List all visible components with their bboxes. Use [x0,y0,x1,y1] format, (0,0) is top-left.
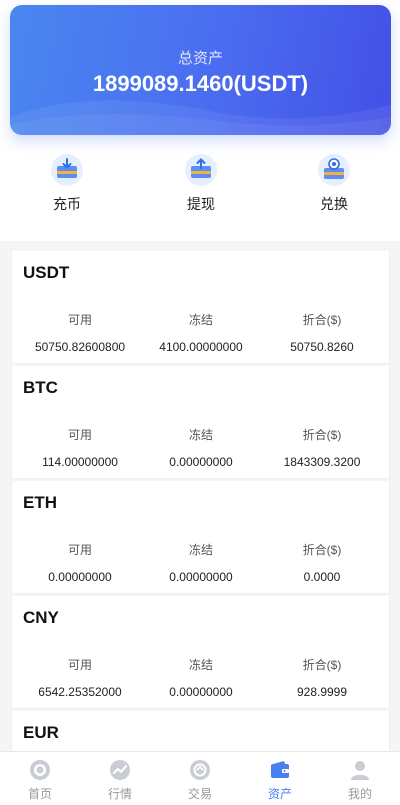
exchange-label: 兑换 [320,196,348,212]
tab-profile[interactable]: 我的 [320,752,400,805]
converted-label: 折合($) [302,543,342,557]
tab-profile-label: 我的 [347,787,372,801]
home-icon [30,760,50,780]
available-value: 6542.25352000 [38,685,122,699]
withdraw-label: 提现 [187,196,215,212]
user-icon [351,761,369,780]
asset-name: USDT [23,263,70,282]
frozen-label: 冻结 [188,543,213,557]
converted-cell: 折合($) 1843309.3200 [259,426,385,469]
trade-icon [190,760,210,780]
frozen-value: 0.00000000 [169,570,233,584]
tab-assets-label: 资产 [267,787,292,801]
tab-market[interactable]: 行情 [80,752,160,805]
asset-card-eur[interactable]: EUR [11,711,390,751]
available-label: 可用 [67,543,92,557]
converted-cell: 折合($) 928.9999 [259,656,385,699]
asset-card-usdt[interactable]: USDT 可用 50750.82600800 冻结 4100.00000000 … [11,251,390,364]
tab-assets[interactable]: 资产 [240,752,320,805]
section-divider [0,241,400,251]
deposit-icon [51,154,83,186]
converted-cell: 折合($) 50750.8260 [259,311,385,354]
frozen-cell: 冻结 0.00000000 [138,656,264,699]
frozen-value: 4100.00000000 [159,340,243,354]
converted-label: 折合($) [302,658,342,672]
frozen-label: 冻结 [188,658,213,672]
frozen-value: 0.00000000 [169,455,233,469]
available-label: 可用 [67,428,92,442]
available-label: 可用 [67,658,92,672]
converted-value: 1843309.3200 [283,455,361,469]
asset-name: ETH [23,493,57,512]
exchange-button[interactable]: 兑换 [289,150,379,214]
asset-name: BTC [23,378,58,397]
asset-name: CNY [23,608,59,627]
frozen-cell: 冻结 4100.00000000 [138,311,264,354]
total-assets-card: 总资产 1899089.1460(USDT) [10,5,391,135]
exchange-icon [318,154,350,186]
tab-home[interactable]: 首页 [0,752,80,805]
asset-name: EUR [23,723,59,742]
frozen-value: 0.00000000 [169,685,233,699]
converted-value: 50750.8260 [290,340,354,354]
tab-trade-label: 交易 [187,787,212,801]
asset-card-eth[interactable]: ETH 可用 0.00000000 冻结 0.00000000 折合($) 0.… [11,481,390,594]
asset-card-btc[interactable]: BTC 可用 114.00000000 冻结 0.00000000 折合($) … [11,366,390,479]
withdraw-button[interactable]: 提现 [156,150,246,214]
wallet-icon [271,761,289,778]
converted-value: 0.0000 [303,570,341,584]
asset-list: USDT 可用 50750.82600800 冻结 4100.00000000 … [0,251,400,751]
asset-card-cny[interactable]: CNY 可用 6542.25352000 冻结 0.00000000 折合($)… [11,596,390,709]
available-value: 50750.82600800 [34,340,126,354]
converted-label: 折合($) [302,313,342,327]
converted-value: 928.9999 [296,685,348,699]
available-cell: 可用 0.00000000 [17,541,143,584]
converted-cell: 折合($) 0.0000 [259,541,385,584]
deposit-button[interactable]: 充币 [22,150,112,214]
tab-trade[interactable]: 交易 [160,752,240,805]
deposit-label: 充币 [53,196,81,212]
available-cell: 可用 50750.82600800 [17,311,143,354]
frozen-cell: 冻结 0.00000000 [138,541,264,584]
frozen-cell: 冻结 0.00000000 [138,426,264,469]
market-icon [110,760,130,780]
frozen-label: 冻结 [188,428,213,442]
withdraw-icon [185,154,217,186]
available-cell: 可用 6542.25352000 [17,656,143,699]
quick-actions: 充币 提现 兑换 [0,150,400,230]
available-value: 114.00000000 [42,455,118,469]
bottom-tab-bar: 首页 行情 交易 资产 我的 [0,751,400,805]
available-label: 可用 [67,313,92,327]
total-assets-label: 总资产 [177,50,223,67]
tab-market-label: 行情 [107,787,132,801]
tab-home-label: 首页 [27,787,52,801]
total-assets-value: 1899089.1460(USDT) [92,71,309,96]
frozen-label: 冻结 [188,313,213,327]
available-cell: 可用 114.00000000 [17,426,143,469]
converted-label: 折合($) [302,428,342,442]
available-value: 0.00000000 [48,570,112,584]
